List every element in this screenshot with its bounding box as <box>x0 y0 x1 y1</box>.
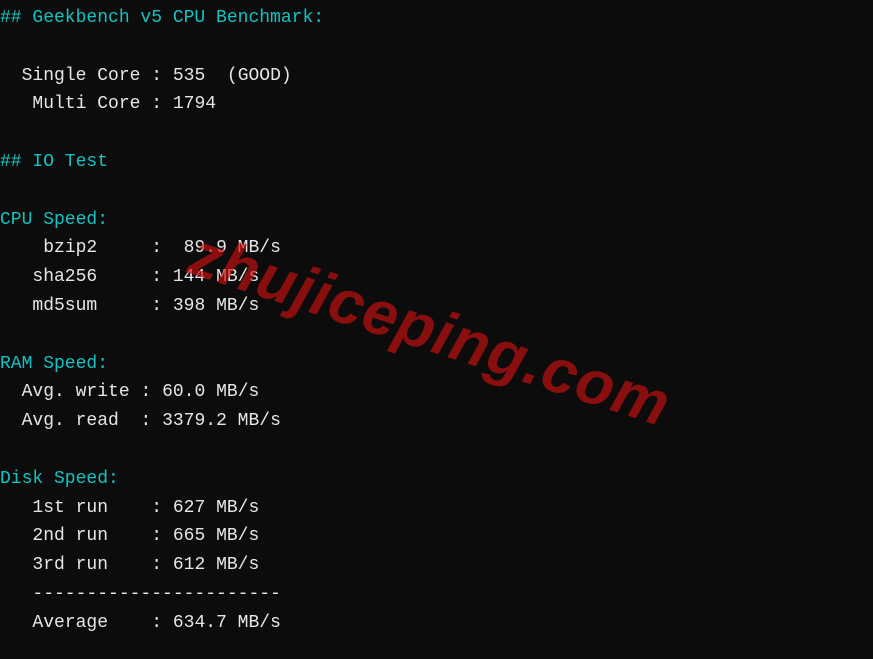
iotest-header: ## IO Test <box>0 152 108 172</box>
ram-write-label: Avg. write <box>22 382 130 402</box>
single-core-label: Single Core <box>22 66 141 86</box>
disk-avg-value: 634.7 MB/s <box>173 613 281 633</box>
sha256-value: 144 MB/s <box>173 267 259 287</box>
ram-read-value: 3379.2 MB/s <box>162 411 281 431</box>
disk-avg-label: Average <box>32 613 108 633</box>
bzip2-label: bzip2 <box>43 238 97 258</box>
sha256-label: sha256 <box>32 267 97 287</box>
terminal-output: ## Geekbench v5 CPU Benchmark: Single Co… <box>0 0 873 638</box>
md5sum-value: 398 MB/s <box>173 296 259 316</box>
multi-core-label: Multi Core <box>32 94 140 114</box>
disk-run3-label: 3rd run <box>32 555 108 575</box>
single-core-value: 535 <box>173 66 205 86</box>
md5sum-label: md5sum <box>32 296 97 316</box>
ram-write-value: 60.0 MB/s <box>162 382 259 402</box>
disk-run2-value: 665 MB/s <box>173 526 259 546</box>
ram-speed-title: RAM Speed: <box>0 354 108 374</box>
divider: ----------------------- <box>32 584 280 604</box>
disk-run1-value: 627 MB/s <box>173 498 259 518</box>
multi-core-value: 1794 <box>173 94 216 114</box>
bzip2-value: 89.9 MB/s <box>184 238 281 258</box>
geekbench-header: ## Geekbench v5 CPU Benchmark: <box>0 8 324 28</box>
single-core-rating: (GOOD) <box>227 66 292 86</box>
ram-read-label: Avg. read <box>22 411 119 431</box>
disk-speed-title: Disk Speed: <box>0 469 119 489</box>
disk-run2-label: 2nd run <box>32 526 108 546</box>
disk-run1-label: 1st run <box>32 498 108 518</box>
cpu-speed-title: CPU Speed: <box>0 210 108 230</box>
disk-run3-value: 612 MB/s <box>173 555 259 575</box>
